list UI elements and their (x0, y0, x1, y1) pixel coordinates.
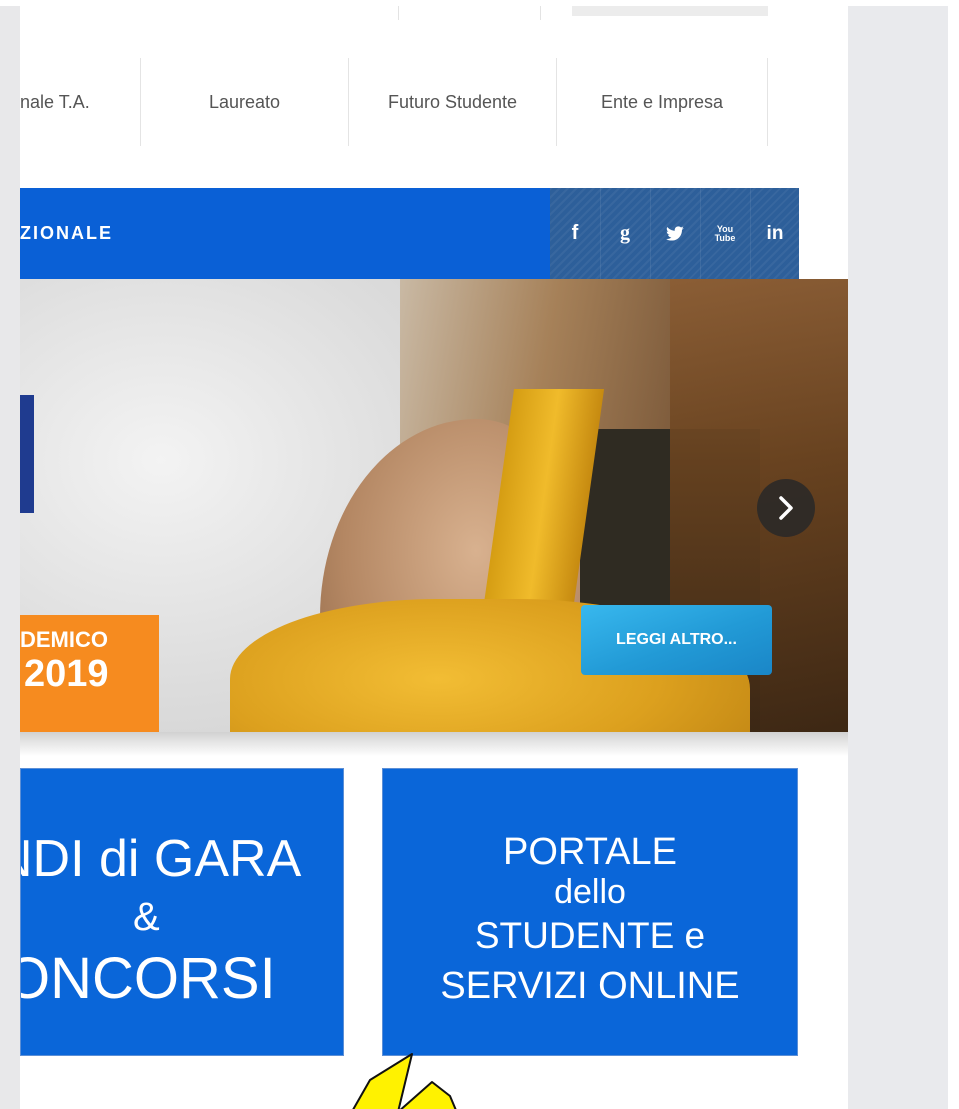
nav-item-label: Futuro Studente (387, 91, 518, 112)
academic-year-badge: DEMICO 2019 (20, 615, 159, 732)
linkedin-icon[interactable]: in (750, 188, 800, 279)
facebook-icon[interactable]: f (550, 188, 600, 279)
right-gutter (848, 6, 948, 1109)
twitter-icon[interactable] (650, 188, 700, 279)
tile-line-3: STUDENTE e (474, 915, 706, 956)
page-content: nale T.A. Laureato Futuro Studente Ente … (20, 6, 848, 1109)
youtube-icon[interactable]: You Tube (700, 188, 750, 279)
chevron-right-icon (779, 496, 793, 520)
nav-item-label: Laureato (208, 91, 281, 112)
nav-item-personale-ta[interactable]: nale T.A. (20, 58, 140, 146)
yellow-arrow-icon (352, 1053, 457, 1109)
twitter-bird-icon (666, 225, 684, 241)
social-bar: f g You Tube in (550, 188, 799, 279)
hero-accent-block (20, 395, 34, 513)
tile-line-2: dello (554, 873, 626, 911)
tile-line-4: SERVIZI ONLINE (440, 965, 740, 1007)
facebook-glyph: f (571, 222, 579, 244)
hero-slider[interactable]: DEMICO 2019 LEGGI ALTRO... (20, 279, 848, 732)
tile-line-1: NDI di GARA (20, 830, 302, 888)
top-divider (398, 6, 399, 20)
top-divider (540, 6, 541, 20)
nav-item-label: Ente e Impresa (600, 91, 724, 112)
top-navigation: nale T.A. Laureato Futuro Studente Ente … (20, 58, 848, 146)
nav-separator (767, 58, 768, 146)
nav-item-laureato[interactable]: Laureato (141, 58, 348, 146)
google-glyph: g (620, 222, 630, 244)
tile-line-3: ONCORSI (20, 946, 276, 1011)
top-bar-remnant (572, 6, 768, 16)
badge-line-2: 2019 (24, 653, 109, 695)
nav-item-label: nale T.A. (20, 91, 90, 112)
bandi-di-gara-tile[interactable]: NDI di GARA & ONCORSI (20, 768, 344, 1056)
google-icon[interactable]: g (600, 188, 650, 279)
read-more-label: LEGGI ALTRO... (616, 631, 737, 648)
linkedin-glyph: in (766, 222, 784, 244)
tile-line-1: PORTALE (503, 831, 677, 873)
portale-studente-tile[interactable]: PORTALE dello STUDENTE e SERVIZI ONLINE (382, 768, 798, 1056)
section-bar-label: ZIONALE (20, 223, 113, 243)
section-bar[interactable]: ZIONALE (20, 188, 550, 279)
read-more-button[interactable]: LEGGI ALTRO... (581, 605, 772, 675)
tile-line-2: & (133, 895, 160, 939)
nav-item-futuro-studente[interactable]: Futuro Studente (349, 58, 556, 146)
badge-line-1: DEMICO (20, 627, 108, 652)
nav-item-ente-e-impresa[interactable]: Ente e Impresa (557, 58, 767, 146)
slider-next-button[interactable] (757, 479, 815, 537)
right-edge (948, 0, 959, 1109)
youtube-glyph: You Tube (714, 223, 736, 243)
hero-shadow (20, 732, 848, 756)
